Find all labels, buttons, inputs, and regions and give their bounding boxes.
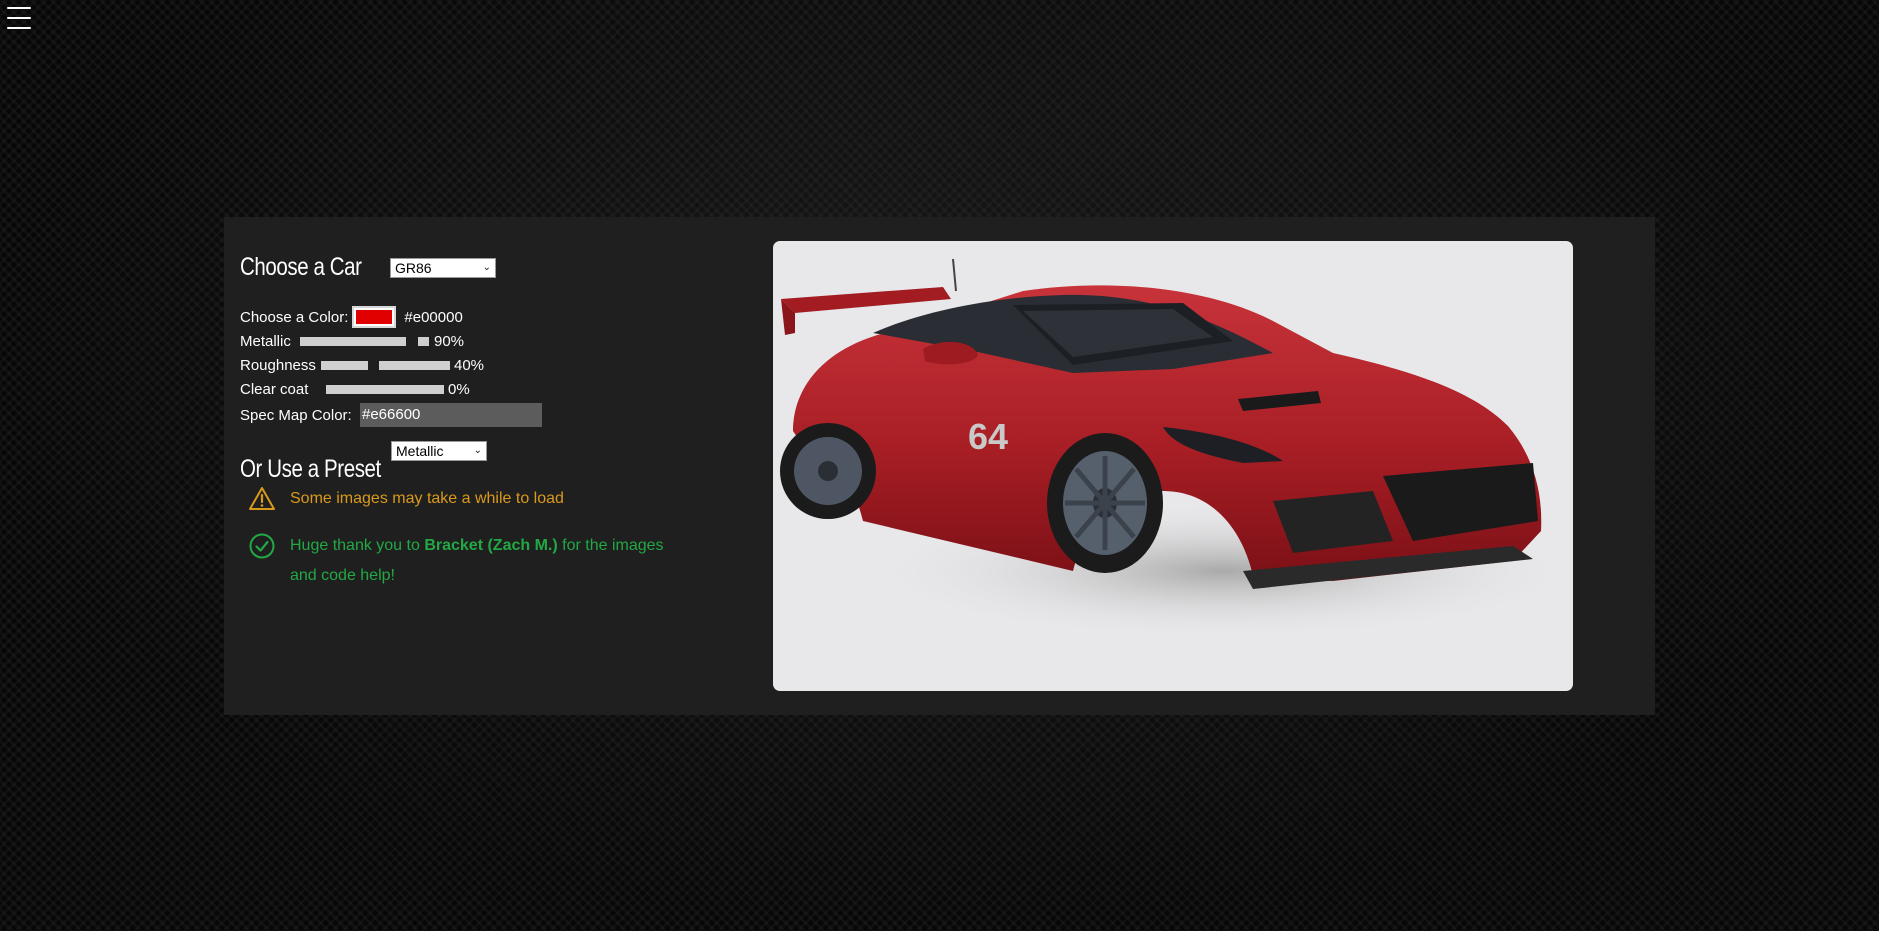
spec-map-label: Spec Map Color: [240,406,352,424]
chevron-down-icon: ⌄ [482,262,491,273]
hamburger-icon [7,7,31,9]
preset-select[interactable]: Metallic ⌄ [391,441,487,461]
clearcoat-value: 0% [448,381,470,398]
preset-select-value: Metallic [396,443,444,459]
color-picker[interactable] [352,306,397,328]
warning-icon [249,487,275,510]
roughness-label: Roughness [240,356,316,374]
configurator-panel: Choose a Car GR86 ⌄ Choose a Color: #e00… [224,217,1655,715]
preset-heading: Or Use a Preset [240,455,381,483]
metallic-value: 90% [434,333,465,350]
car-render: 64 [780,258,1573,641]
warning-text: Some images may take a while to load [290,490,564,507]
roughness-slider-thumb[interactable] [379,361,450,370]
metallic-slider-track[interactable] [300,337,406,346]
roughness-value: 40% [454,357,485,374]
metallic-label: Metallic [240,332,291,350]
metallic-slider-thumb[interactable] [418,337,429,346]
credits-notice: Huge thank you to Bracket (Zach M.) for … [248,531,668,591]
spec-map-color-input[interactable]: #e66600 [360,403,542,427]
chevron-down-icon: ⌄ [473,445,482,456]
car-number: 64 [968,416,1008,457]
car-select[interactable]: GR86 ⌄ [390,258,496,278]
car-select-value: GR86 [395,260,432,276]
car-preview-image: 64 [773,241,1573,691]
hamburger-menu-button[interactable] [7,7,31,29]
choose-car-heading: Choose a Car [240,253,362,281]
color-label: Choose a Color: [240,308,349,326]
clearcoat-slider[interactable] [326,385,444,394]
color-value: #e00000 [404,308,463,326]
loading-warning: Some images may take a while to load [248,484,688,514]
color-row: Choose a Color: #e00000 [240,306,463,328]
clearcoat-label: Clear coat [240,380,309,398]
check-circle-icon [249,533,275,559]
credits-text: Huge thank you to Bracket (Zach M.) for … [290,537,664,584]
roughness-slider-track[interactable] [321,361,368,370]
credits-name: Bracket (Zach M.) [424,537,558,554]
